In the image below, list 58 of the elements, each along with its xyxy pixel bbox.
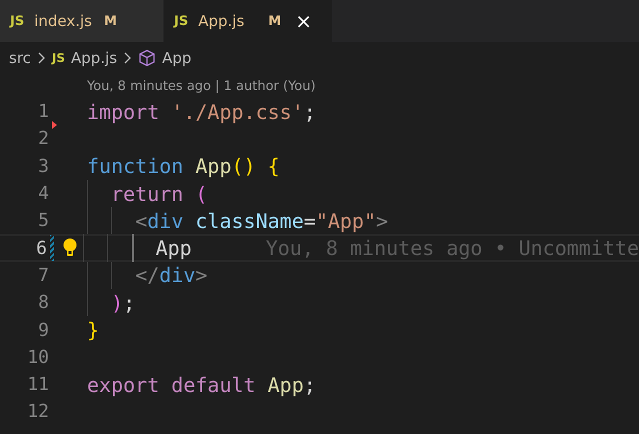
line-number: 7 [37, 264, 49, 286]
tag-name: div [159, 263, 196, 288]
deleted-line-marker[interactable] [52, 120, 56, 129]
editor-tab[interactable]: JS App.js M × [164, 0, 333, 42]
code-text: = [304, 208, 316, 233]
cube-icon [138, 49, 156, 67]
line-number: 11 [26, 374, 49, 396]
chevron-right-icon [123, 51, 132, 65]
tab-label: index.js [34, 12, 92, 30]
code-text: ; [304, 100, 316, 124]
line-number: 8 [37, 292, 49, 314]
function-name: App [266, 372, 304, 397]
bracket: () [231, 154, 256, 178]
line-number: 12 [26, 401, 49, 422]
javascript-file-icon: JS [174, 14, 188, 28]
bracket: ( [194, 182, 208, 206]
codelens-text[interactable]: You, 8 minutes ago | 1 author (You) [87, 78, 316, 94]
line-number: 4 [37, 183, 49, 204]
attribute-name: className [194, 208, 304, 233]
tag-bracket: > [195, 263, 208, 288]
keyword: function [87, 154, 184, 178]
tag-name: div [147, 208, 184, 233]
javascript-file-icon: JS [10, 14, 24, 28]
line-number: 10 [26, 346, 49, 368]
chevron-right-icon [36, 51, 46, 65]
keyword: return [111, 182, 184, 206]
code-text: ; [123, 290, 136, 315]
line-number: 1 [37, 101, 49, 122]
line-number: 6 [35, 238, 47, 259]
lightbulb-icon[interactable] [62, 238, 78, 258]
breadcrumb-item[interactable]: src [9, 49, 31, 67]
keyword: import [87, 100, 160, 124]
inline-blame-text: You, 8 minutes ago • Uncommitte [266, 236, 639, 260]
modified-indicator: M [268, 14, 282, 28]
bracket: } [87, 318, 100, 342]
tag-bracket: </ [135, 263, 160, 288]
keyword: default [170, 372, 256, 397]
line-number: 5 [37, 210, 49, 232]
keyword: export [87, 372, 160, 397]
javascript-file-icon: JS [52, 51, 66, 65]
bracket: ) [111, 290, 124, 315]
editor-tab[interactable]: JS index.js M [0, 0, 164, 42]
breadcrumb-item[interactable]: App [162, 49, 192, 67]
modified-indicator: M [104, 14, 117, 28]
function-name: App [194, 154, 232, 178]
breadcrumb-item[interactable]: App.js [71, 49, 118, 67]
code-text: ; [304, 372, 316, 397]
line-number: 9 [37, 320, 49, 341]
code-text: App [156, 236, 192, 260]
tag-bracket: < [135, 208, 148, 233]
bracket: { [266, 154, 280, 178]
tab-label: App.js [198, 12, 244, 30]
string-literal: "App" [316, 208, 376, 233]
tag-bracket: > [376, 208, 388, 233]
line-number: 2 [37, 128, 49, 150]
string-literal: './App.css' [170, 100, 304, 124]
close-icon[interactable]: × [295, 11, 312, 31]
line-number: 3 [37, 156, 49, 177]
